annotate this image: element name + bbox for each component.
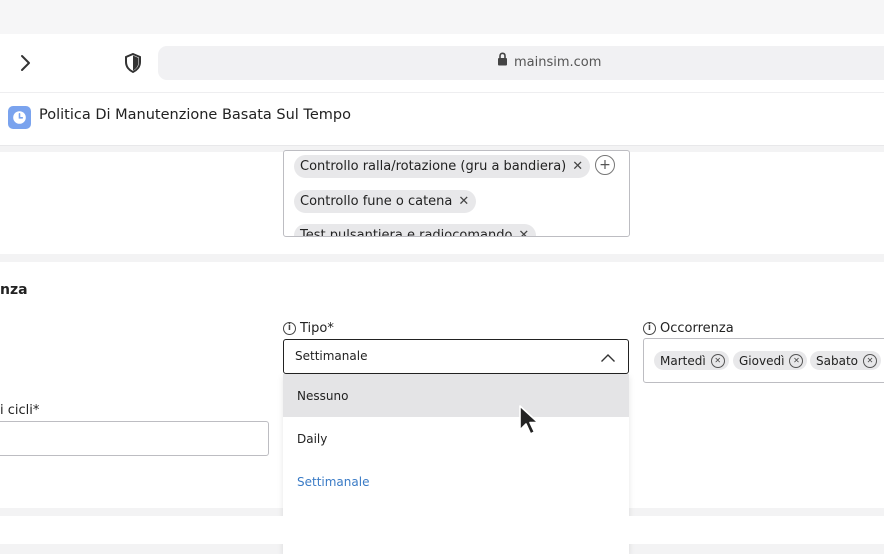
remove-tag-icon[interactable]: ✕ [518,228,529,236]
tipo-label-text: Tipo* [300,321,334,336]
occorrenza-label: i Occorrenza [643,321,734,336]
mouse-cursor-icon [517,404,543,442]
tag-label: Controllo ralla/rotazione (gru a bandier… [300,159,567,174]
info-icon[interactable]: i [643,322,656,335]
clock-icon [8,106,31,129]
tipo-label: i Tipo* [283,321,334,336]
cicli-label: i cicli* [0,403,39,418]
day-chip: Sabato ✕ [810,351,881,370]
cicli-input[interactable] [0,421,269,456]
next-card [0,516,884,544]
tag-chip: Controllo ralla/rotazione (gru a bandier… [294,155,591,178]
day-chip-label: Giovedì [739,353,785,368]
tag-chip: Test pulsantiera e radiocomando ✕ [294,224,537,237]
day-chip-label: Sabato [816,353,858,368]
tipo-select-value: Settimanale [295,349,368,363]
tipo-select[interactable]: Settimanale [283,339,629,374]
tag-label: Test pulsantiera e radiocomando [300,228,513,237]
day-chip: Martedì ✕ [654,351,729,370]
remove-tag-icon[interactable]: ✕ [572,159,583,174]
day-chip: Giovedì ✕ [733,351,808,370]
option-settimanale[interactable]: Settimanale [283,460,629,503]
activities-tag-box[interactable]: Controllo ralla/rotazione (gru a bandier… [283,150,630,237]
occorrenza-label-text: Occorrenza [660,321,734,336]
tag-chip: Controllo fune o catena ✕ [294,190,477,213]
day-chip-label: Martedì [660,353,706,368]
shield-icon[interactable] [122,51,144,75]
url-text: mainsim.com [514,54,602,70]
top-strip [0,0,884,35]
add-tag-icon[interactable]: + [595,155,615,175]
option-nessuno[interactable]: Nessuno [283,374,629,417]
remove-tag-icon[interactable]: ✕ [458,194,469,209]
url-display: mainsim.com [497,52,602,70]
tag-label: Controllo fune o catena [300,194,453,209]
info-icon[interactable]: i [283,322,296,335]
page-title: Politica Di Manutenzione Basata Sul Temp… [39,107,351,123]
option-daily[interactable]: Daily [283,417,629,460]
remove-day-icon[interactable]: ✕ [710,353,725,368]
section-heading: nza [0,282,28,298]
occorrenza-multiselect[interactable]: Martedì ✕ Giovedì ✕ Sabato ✕ [643,338,884,383]
remove-day-icon[interactable]: ✕ [789,353,804,368]
chevron-right-icon[interactable] [14,51,36,75]
lock-icon [497,52,508,70]
remove-day-icon[interactable]: ✕ [863,353,877,368]
chevron-up-icon [600,348,616,367]
cicli-label-text: i cicli* [0,403,40,418]
